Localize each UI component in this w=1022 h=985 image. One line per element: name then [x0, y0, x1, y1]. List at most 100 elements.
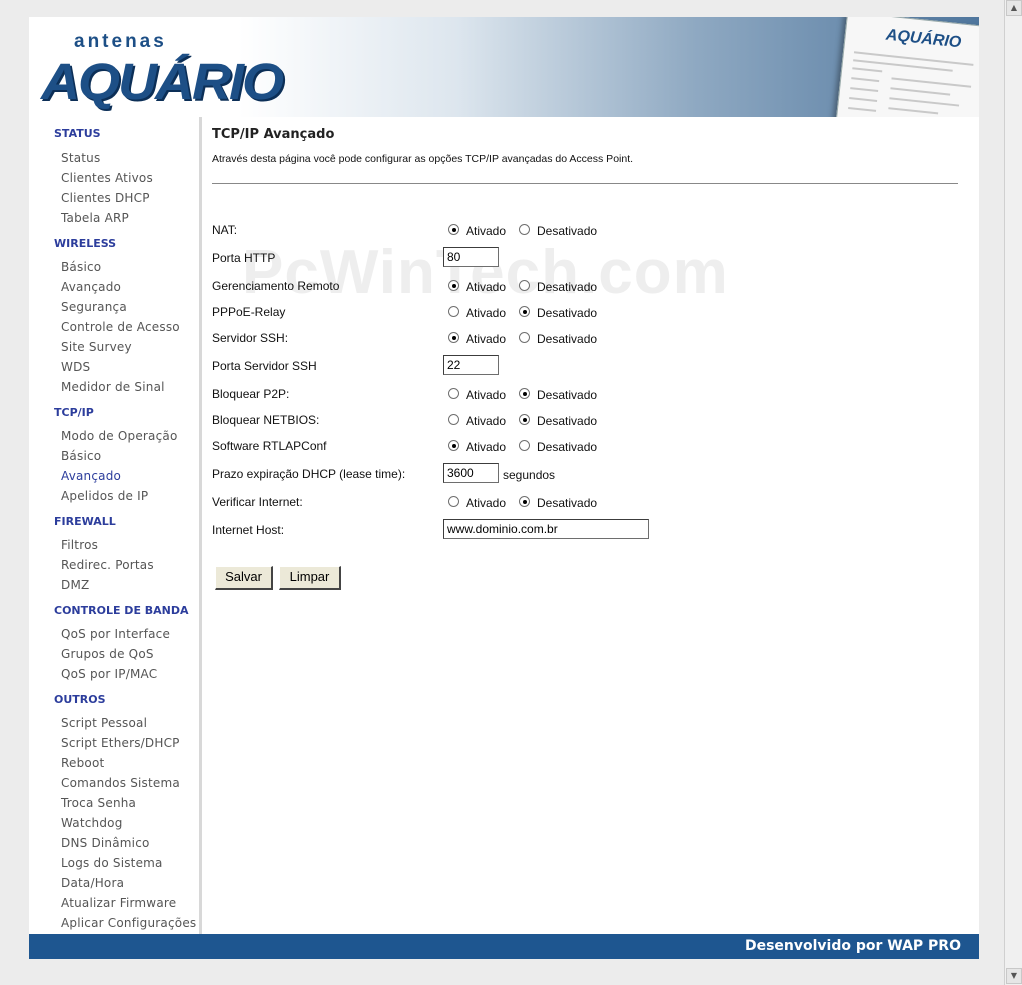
sidebar-item-qos-ip-mac[interactable]: QoS por IP/MAC [61, 667, 157, 681]
nat-on-radio[interactable] [448, 224, 459, 235]
rtlapconf-label: Software RTLAPConf [212, 439, 327, 453]
sidebar-item-clientes-ativos[interactable]: Clientes Ativos [61, 171, 153, 185]
sidebar-item-apelidos-ip[interactable]: Apelidos de IP [61, 489, 148, 503]
pppoe-relay-on-radio[interactable] [448, 306, 459, 317]
bloquear-p2p-on-radio[interactable] [448, 388, 459, 399]
pppoe-relay-off-label: Desativado [537, 306, 598, 320]
bloquear-netbios-off-label: Desativado [537, 414, 598, 428]
header-banner: antenas AQUÁRIO AQUÁRIO [29, 17, 979, 117]
servidor-ssh-off-radio[interactable] [519, 332, 530, 343]
save-button[interactable]: Salvar [215, 566, 273, 590]
sidebar-item-watchdog[interactable]: Watchdog [61, 816, 123, 830]
servidor-ssh-on-radio[interactable] [448, 332, 459, 343]
verificar-internet-on-radio[interactable] [448, 496, 459, 507]
footer-bar: Desenvolvido por WAP PRO [29, 934, 979, 959]
sidebar-item-dns-dinamico[interactable]: DNS Dinâmico [61, 836, 150, 850]
porta-http-label: Porta HTTP [212, 251, 276, 265]
sidebar-item-redirec-portas[interactable]: Redirec. Portas [61, 558, 154, 572]
sidebar-item-data-hora[interactable]: Data/Hora [61, 876, 124, 890]
gerenciamento-remoto-off-radio[interactable] [519, 280, 530, 291]
bloquear-netbios-on-radio[interactable] [448, 414, 459, 425]
footer-credit: Desenvolvido por WAP PRO [744, 938, 961, 954]
header-screenshot-image: AQUÁRIO [835, 17, 979, 117]
sidebar-item-site-survey[interactable]: Site Survey [61, 340, 132, 354]
porta-ssh-input[interactable]: 22 [443, 355, 499, 375]
sidebar-item-qos-interface[interactable]: QoS por Interface [61, 627, 170, 641]
bloquear-netbios-label: Bloquear NETBIOS: [212, 413, 320, 427]
vertical-scrollbar[interactable]: ▲ ▼ [1004, 0, 1022, 985]
page: antenas AQUÁRIO AQUÁRIO STATUS Status Cl… [29, 17, 979, 959]
nat-on-label: Ativado [466, 224, 507, 238]
logo-aquario: AQUÁRIO [41, 53, 284, 111]
dhcp-lease-label: Prazo expiração DHCP (lease time): [212, 467, 406, 481]
sidebar-item-tcpip-avancado[interactable]: Avançado [61, 469, 121, 483]
pppoe-relay-on-label: Ativado [466, 306, 507, 320]
internet-host-input[interactable]: www.dominio.com.br [443, 519, 649, 539]
nat-off-radio[interactable] [519, 224, 530, 235]
sidebar-item-tabela-arp[interactable]: Tabela ARP [61, 211, 129, 225]
page-description: Através desta página você pode configura… [212, 153, 634, 165]
gerenciamento-remoto-on-label: Ativado [466, 280, 507, 294]
sidebar-section-controle-banda: CONTROLE DE BANDA [54, 604, 189, 617]
rtlapconf-off-radio[interactable] [519, 440, 530, 451]
bloquear-p2p-off-label: Desativado [537, 388, 598, 402]
logo-antenas: antenas [74, 31, 167, 52]
sidebar-item-dmz[interactable]: DMZ [61, 578, 89, 592]
pppoe-relay-off-radio[interactable] [519, 306, 530, 317]
bloquear-p2p-label: Bloquear P2P: [212, 387, 290, 401]
sidebar-item-reboot[interactable]: Reboot [61, 756, 104, 770]
sidebar-item-modo-operacao[interactable]: Modo de Operação [61, 429, 178, 443]
sidebar-item-troca-senha[interactable]: Troca Senha [61, 796, 136, 810]
dhcp-lease-unit: segundos [503, 468, 556, 482]
verificar-internet-off-radio[interactable] [519, 496, 530, 507]
sidebar-section-outros: OUTROS [54, 693, 106, 706]
sidebar-item-controle-acesso[interactable]: Controle de Acesso [61, 320, 180, 334]
sidebar-section-firewall: FIREWALL [54, 515, 116, 528]
bloquear-netbios-off-radio[interactable] [519, 414, 530, 425]
bloquear-netbios-on-label: Ativado [466, 414, 507, 428]
sidebar-item-filtros[interactable]: Filtros [61, 538, 98, 552]
sidebar-item-aplicar-configuracoes[interactable]: Aplicar Configurações [61, 916, 196, 930]
verificar-internet-off-label: Desativado [537, 496, 598, 510]
gerenciamento-remoto-label: Gerenciamento Remoto [212, 279, 340, 293]
gerenciamento-remoto-off-label: Desativado [537, 280, 598, 294]
sidebar-item-tcpip-basico[interactable]: Básico [61, 449, 101, 463]
sidebar-section-tcpip: TCP/IP [54, 406, 94, 419]
sidebar-item-wireless-basico[interactable]: Básico [61, 260, 101, 274]
sidebar-item-script-ethers[interactable]: Script Ethers/DHCP [61, 736, 180, 750]
rtlapconf-on-radio[interactable] [448, 440, 459, 451]
servidor-ssh-label: Servidor SSH: [212, 331, 289, 345]
dhcp-lease-input[interactable]: 3600 [443, 463, 499, 483]
sidebar-item-script-pessoal[interactable]: Script Pessoal [61, 716, 147, 730]
sidebar-nav: STATUS Status Clientes Ativos Clientes D… [29, 117, 202, 934]
bloquear-p2p-off-radio[interactable] [519, 388, 530, 399]
nat-off-label: Desativado [537, 224, 598, 238]
pppoe-relay-label: PPPoE-Relay [212, 305, 286, 319]
preview-logo: AQUÁRIO [885, 26, 963, 52]
scroll-down-icon[interactable]: ▼ [1006, 968, 1022, 984]
sidebar-item-grupos-qos[interactable]: Grupos de QoS [61, 647, 154, 661]
sidebar-item-atualizar-firmware[interactable]: Atualizar Firmware [61, 896, 176, 910]
sidebar-item-logs-sistema[interactable]: Logs do Sistema [61, 856, 163, 870]
porta-http-input[interactable]: 80 [443, 247, 499, 267]
sidebar-section-wireless: WIRELESS [54, 237, 117, 250]
clear-button[interactable]: Limpar [279, 566, 341, 590]
servidor-ssh-off-label: Desativado [537, 332, 598, 346]
sidebar-item-medidor-sinal[interactable]: Medidor de Sinal [61, 380, 165, 394]
sidebar-item-status[interactable]: Status [61, 151, 100, 165]
bloquear-p2p-on-label: Ativado [466, 388, 507, 402]
verificar-internet-label: Verificar Internet: [212, 495, 303, 509]
sidebar-section-status: STATUS [54, 127, 101, 140]
scroll-up-icon[interactable]: ▲ [1006, 0, 1022, 16]
gerenciamento-remoto-on-radio[interactable] [448, 280, 459, 291]
verificar-internet-on-label: Ativado [466, 496, 507, 510]
sidebar-item-comandos-sistema[interactable]: Comandos Sistema [61, 776, 180, 790]
internet-host-label: Internet Host: [212, 523, 285, 537]
rtlapconf-on-label: Ativado [466, 440, 507, 454]
sidebar-item-seguranca[interactable]: Segurança [61, 300, 127, 314]
divider [212, 183, 958, 184]
sidebar-item-wireless-avancado[interactable]: Avançado [61, 280, 121, 294]
sidebar-item-clientes-dhcp[interactable]: Clientes DHCP [61, 191, 150, 205]
porta-ssh-label: Porta Servidor SSH [212, 359, 317, 373]
sidebar-item-wds[interactable]: WDS [61, 360, 90, 374]
